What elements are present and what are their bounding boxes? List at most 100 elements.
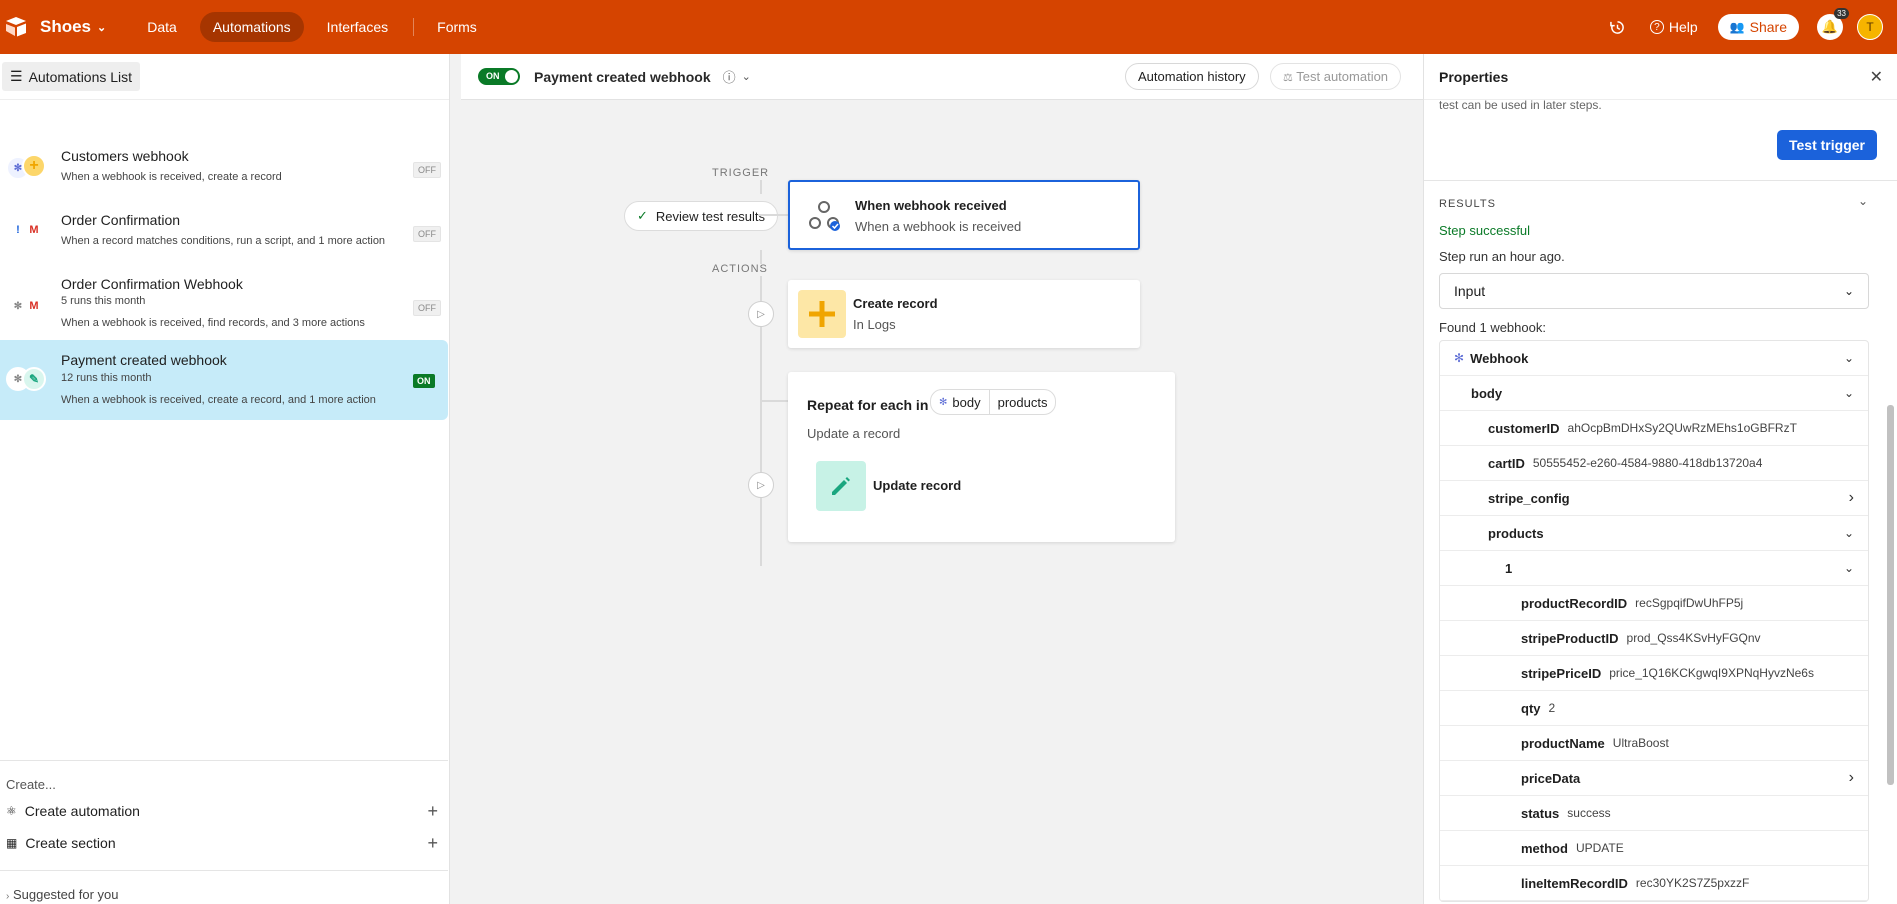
history-icon[interactable] bbox=[1608, 17, 1628, 37]
nav-automations[interactable]: Automations bbox=[199, 12, 304, 42]
pencil-icon: ✎ bbox=[22, 367, 46, 391]
tree-row[interactable]: 1 ⌄ bbox=[1440, 551, 1868, 586]
tree-row: cartID 50555452-e260-4584-9880-418db13720… bbox=[1440, 446, 1868, 481]
tree-row[interactable]: stripe_config › bbox=[1440, 481, 1868, 516]
test-automation-button[interactable]: ⚖ Test automation bbox=[1270, 63, 1402, 90]
automation-icons: ✻ + bbox=[6, 154, 50, 180]
sidebar-header: ☰ Automations List bbox=[0, 54, 449, 100]
input-output-select[interactable]: Input ⌄ bbox=[1439, 273, 1869, 309]
play-step-button[interactable]: ▷ bbox=[748, 301, 774, 327]
play-step-button[interactable]: ▷ bbox=[748, 472, 774, 498]
found-count: Found 1 webhook: bbox=[1439, 320, 1546, 335]
automation-item-order-confirmation[interactable]: ! M Order Confirmation When a record mat… bbox=[0, 202, 448, 260]
tree-key: body bbox=[1471, 385, 1503, 401]
tree-value: rec30YK2S7Z5pxzzF bbox=[1635, 876, 1750, 890]
tree-row: productName UltraBoost bbox=[1440, 726, 1868, 761]
webhook-icon: ✻ bbox=[1454, 351, 1465, 365]
flow-connector bbox=[760, 400, 788, 402]
chevron-right-icon: › bbox=[6, 891, 10, 902]
automation-description: When a webhook is received, create a rec… bbox=[61, 171, 282, 183]
trigger-card[interactable]: When webhook received When a webhook is … bbox=[788, 180, 1140, 250]
tree-row: status success bbox=[1440, 796, 1868, 831]
app-logo[interactable] bbox=[4, 16, 30, 38]
chevron-down-icon[interactable]: ⌄ bbox=[742, 70, 751, 83]
top-bar: Shoes ⌄ Data Automations Interfaces Form… bbox=[0, 0, 1897, 54]
nav-interfaces[interactable]: Interfaces bbox=[314, 12, 401, 42]
chevron-down-icon[interactable]: ⌄ bbox=[1844, 526, 1854, 540]
tree-row: stripePriceID price_1Q16KCKgwqI9XPNqHyvzN… bbox=[1440, 656, 1868, 691]
automation-icons: ✻ M bbox=[6, 294, 50, 320]
info-icon[interactable]: ⓘ bbox=[723, 67, 736, 86]
tree-row[interactable]: products ⌄ bbox=[1440, 516, 1868, 551]
avatar[interactable]: T bbox=[1857, 14, 1883, 40]
notification-count: 33 bbox=[1834, 8, 1849, 19]
share-button[interactable]: 👥 Share bbox=[1717, 14, 1799, 40]
webhook-icon bbox=[800, 191, 848, 239]
tree-key: priceData bbox=[1521, 770, 1581, 786]
users-icon: 👥 bbox=[1729, 20, 1745, 34]
tree-value: price_1Q16KCKgwqI9XPNqHyvzNe6s bbox=[1609, 666, 1814, 680]
suggested-section[interactable]: › Suggested for you bbox=[0, 870, 448, 902]
automation-name[interactable]: Payment created webhook bbox=[534, 69, 711, 85]
chevron-right-icon[interactable]: › bbox=[1849, 489, 1854, 507]
base-name-menu[interactable]: Shoes ⌄ bbox=[40, 17, 106, 37]
pill-body-label: body bbox=[952, 394, 981, 410]
select-value: Input bbox=[1454, 283, 1486, 299]
automation-item-payment-created-webhook[interactable]: ✻ ✎ Payment created webhook 12 runs this… bbox=[0, 340, 448, 420]
plus-icon: + bbox=[427, 800, 438, 821]
flow-connector bbox=[758, 214, 788, 216]
repeat-list-pill[interactable]: ✻ body products bbox=[930, 389, 1057, 415]
tree-row: lineItemRecordID rec30YK2S7Z5pxzzF bbox=[1440, 866, 1868, 901]
chevron-down-icon[interactable]: ⌄ bbox=[1844, 561, 1854, 575]
create-automation-button[interactable]: ⚛ Create automation + bbox=[6, 800, 438, 821]
webhook-data-tree: ✻ Webhook ⌄ body ⌄ customerID ahOcpBmDHxSy2QUw… bbox=[1439, 340, 1869, 902]
webhook-icon: ✻ bbox=[939, 396, 948, 408]
automation-item-order-confirmation-webhook[interactable]: ✻ M Order Confirmation Webhook 5 runs th… bbox=[0, 266, 448, 338]
tree-row: productRecordID recSgpqifDwUhFP5j bbox=[1440, 586, 1868, 621]
help-button[interactable]: ? Help bbox=[1649, 19, 1698, 35]
gmail-icon: M bbox=[22, 294, 46, 318]
nav-data[interactable]: Data bbox=[134, 12, 190, 42]
tree-value: 50555452-e260-4584-9880-418db13720a4 bbox=[1532, 456, 1763, 470]
repeat-label: Repeat for each in bbox=[807, 397, 929, 413]
tree-row[interactable]: body ⌄ bbox=[1440, 376, 1868, 411]
hamburger-icon: ☰ bbox=[10, 68, 23, 84]
actions-section-label: ACTIONS bbox=[712, 263, 768, 275]
test-automation-label: Test automation bbox=[1296, 69, 1389, 84]
nav-forms[interactable]: Forms bbox=[424, 12, 490, 42]
table-icon: ▦ bbox=[6, 836, 18, 850]
create-record-card[interactable]: Create record In Logs bbox=[788, 280, 1140, 348]
chevron-down-icon: ⌄ bbox=[1843, 284, 1854, 298]
tree-key: qty bbox=[1521, 700, 1541, 716]
update-record-step[interactable] bbox=[816, 461, 866, 511]
repeat-group-card: Repeat for each in ✻ body products Updat… bbox=[788, 372, 1175, 542]
tree-row[interactable]: ✻ Webhook ⌄ bbox=[1440, 341, 1868, 376]
create-record-subtitle: In Logs bbox=[853, 317, 896, 332]
chevron-down-icon[interactable]: ⌄ bbox=[1844, 386, 1854, 400]
automations-list-button[interactable]: ☰ Automations List bbox=[2, 62, 141, 91]
canvas-header: ON Payment created webhook ⓘ ⌄ Automatio… bbox=[461, 54, 1423, 100]
automation-item-customers-webhook[interactable]: ✻ + Customers webhook When a webhook is … bbox=[0, 138, 448, 196]
automation-icons: ✻ ✎ bbox=[6, 367, 50, 393]
create-section-button[interactable]: ▦ Create section + bbox=[6, 833, 438, 853]
tree-key: method bbox=[1521, 840, 1568, 856]
panel-scrollbar[interactable] bbox=[1887, 405, 1894, 785]
toggle-label: ON bbox=[486, 71, 500, 81]
notifications-button[interactable]: 🔔 33 bbox=[1817, 8, 1849, 40]
chevron-right-icon[interactable]: › bbox=[1849, 769, 1854, 787]
chevron-down-icon[interactable]: ⌄ bbox=[1858, 194, 1868, 208]
chevron-down-icon[interactable]: ⌄ bbox=[1844, 351, 1854, 365]
automation-history-button[interactable]: Automation history bbox=[1125, 63, 1259, 90]
tree-key: cartID bbox=[1488, 455, 1525, 471]
review-test-results-button[interactable]: ✓ Review test results bbox=[624, 201, 778, 231]
tree-key: 1 bbox=[1505, 560, 1513, 576]
automation-toggle[interactable]: ON bbox=[478, 68, 520, 85]
create-label: Create... bbox=[6, 777, 56, 792]
tree-row: stripeProductID prod_Qss4KSvHyFGQnv bbox=[1440, 621, 1868, 656]
tree-key: stripe_config bbox=[1488, 490, 1570, 506]
tree-key: stripePriceID bbox=[1521, 665, 1602, 681]
test-trigger-button[interactable]: Test trigger bbox=[1777, 130, 1877, 160]
tree-row[interactable]: priceData › bbox=[1440, 761, 1868, 796]
close-icon[interactable]: ✕ bbox=[1870, 67, 1883, 87]
share-label: Share bbox=[1749, 19, 1787, 35]
